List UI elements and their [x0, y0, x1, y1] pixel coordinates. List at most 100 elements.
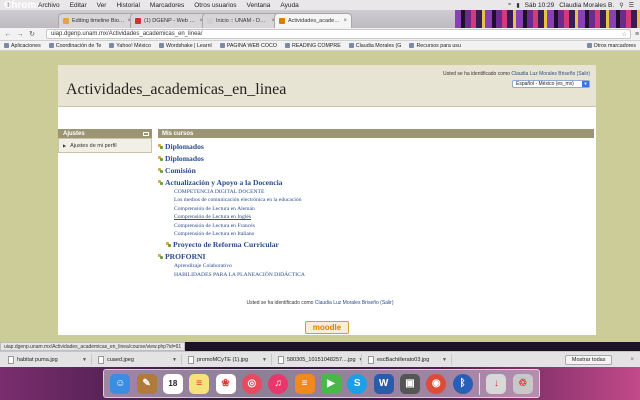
my-courses: Mis cursos Diplomados Diplomados Comisió… [158, 129, 594, 279]
category-link[interactable]: Comisión [158, 164, 594, 176]
category-link[interactable]: Actualización y Apoyo a la Docencia [158, 176, 594, 188]
footer-user-link[interactable]: Claudia Luz Morales Briseño [315, 300, 379, 306]
collapse-toggle-icon[interactable] [143, 131, 149, 136]
back-icon[interactable]: ← [4, 31, 12, 38]
course-link[interactable]: Comprensión de Lectura en Francés [158, 222, 594, 230]
logout-link[interactable]: (Salir) [577, 71, 590, 77]
chevron-down-icon[interactable]: ▼ [82, 357, 87, 363]
skype-icon[interactable]: S [347, 373, 368, 394]
search-icon[interactable]: ⚲ [619, 2, 623, 9]
forward-icon[interactable]: → [16, 31, 24, 38]
menu-editar[interactable]: Editar [66, 2, 93, 9]
photos-icon[interactable]: ❀ [215, 373, 236, 394]
address-bar[interactable]: uiap.dgenp.unam.mx/Actividades_academica… [46, 29, 631, 39]
tab-web-search[interactable]: (1) DGENP - Web Search × [130, 13, 208, 28]
download-item[interactable]: escBachillerato03.jpg ▼ [368, 354, 452, 365]
desktop-wallpaper: ☺ ✎ 18 ≡ ❀ ◎ ♫ ≡ ▶ S W ▣ ◉ ᛒ ↓ ♲ [0, 367, 640, 400]
downloads-shelf: habitat puma.jpg ▼ cuaed.jpeg ▼ promoMCyTE… [0, 351, 640, 367]
chevron-down-icon[interactable]: ▼ [359, 357, 361, 363]
download-item[interactable]: cuaed.jpeg ▼ [98, 354, 182, 365]
menubar-user[interactable]: Claudia Morales B. [559, 2, 614, 9]
tab-editing-timeline[interactable]: Editing timeline Biografía × [58, 13, 136, 28]
course-link[interactable]: Comprensión de Lectura en Italiano [158, 230, 594, 238]
course-link[interactable]: COMPETENCIA DIGITAL DOCENTE [158, 188, 594, 196]
trash-icon[interactable]: ♲ [512, 373, 533, 394]
language-select[interactable]: Español - México (es_mx) ▼ [512, 80, 590, 88]
itunes-icon[interactable]: ♫ [268, 373, 289, 394]
menu-archivo[interactable]: Archivo [34, 2, 66, 9]
course-link[interactable]: Aprendizaje Colaborativo [158, 262, 594, 270]
download-item[interactable]: 580305_10151048257....jpg▼ [278, 354, 362, 365]
close-icon[interactable]: × [341, 18, 347, 24]
course-link[interactable]: HABILIDADES PARA LA PLANEACIÓN DIDÁCTICA [158, 271, 594, 279]
user-profile-link[interactable]: Claudia Luz Morales Briseño [511, 71, 575, 77]
show-all-downloads-button[interactable]: Mostrar todas [564, 354, 613, 365]
moodle-logo[interactable]: moodle [305, 321, 349, 334]
course-link[interactable]: Comprensión de Lectura en Inglés [158, 213, 594, 221]
category-icon [158, 143, 164, 149]
footer-logout-link[interactable]: (Salir) [380, 300, 393, 306]
address-url[interactable]: uiap.dgenp.unam.mx/Actividades_academica… [51, 31, 202, 37]
dock: ☺ ✎ 18 ≡ ❀ ◎ ♫ ≡ ▶ S W ▣ ◉ ᛒ ↓ ♲ [103, 369, 540, 398]
my-courses-header: Mis cursos [158, 129, 594, 138]
bookmark-coordinacion[interactable]: Coordinación de Te [48, 43, 101, 49]
tab-title: Inicio :: UNAM - DGENP [216, 18, 269, 24]
tab-actividades[interactable]: Actividades_academicos × [274, 13, 352, 28]
bookmark-star-icon[interactable]: ☆ [622, 31, 627, 38]
menu-historial[interactable]: Historial [112, 2, 145, 9]
subcategory-link[interactable]: Proyecto de Reforma Curricular [158, 238, 594, 250]
finder-icon[interactable]: ☺ [110, 373, 131, 394]
chevron-down-icon: ▼ [582, 81, 589, 87]
notification-center-icon[interactable]: ☰ [629, 2, 634, 9]
bookmark-reading[interactable]: READING COMPRE [284, 43, 341, 49]
download-item[interactable]: promoMCyTE (1).jpg ▼ [188, 354, 272, 365]
chevron-down-icon[interactable]: ▼ [172, 357, 177, 363]
chevron-down-icon[interactable]: ▼ [262, 357, 267, 363]
notes-icon[interactable]: ✎ [136, 373, 157, 394]
bluetooth-icon[interactable]: ᛒ [452, 373, 473, 394]
wifi-icon[interactable]: ≈ [508, 2, 511, 8]
word-icon[interactable]: W [373, 373, 394, 394]
chrome-menu-icon[interactable]: ≡ [635, 31, 639, 38]
tab-inicio-unam[interactable]: Inicio :: UNAM - DGENP × [202, 13, 280, 28]
reload-icon[interactable]: ↻ [28, 30, 36, 38]
bookmark-pagina-web[interactable]: PAGINA WEB COCO [219, 43, 277, 49]
moodle-favicon-icon [279, 18, 285, 24]
bookmark-yahoo[interactable]: Yahoo! México [109, 43, 151, 49]
course-link[interactable]: Los medios de comunicación electrónica e… [158, 196, 594, 204]
close-icon[interactable]: × [630, 357, 634, 363]
battery-icon[interactable]: ▮ [516, 2, 519, 9]
download-item[interactable]: habitat puma.jpg ▼ [8, 354, 92, 365]
category-link[interactable]: PROFORNI [158, 250, 594, 262]
menu-ayuda[interactable]: Ayuda [276, 2, 304, 9]
course-link[interactable]: Comprensión de Lectura en Alemán [158, 205, 594, 213]
chevron-down-icon[interactable]: ▼ [442, 357, 447, 363]
bookmark-aplicaciones[interactable]: Aplicaciones [4, 43, 41, 49]
bookmarks-bar: Aplicaciones Coordinación de Te Yahoo! M… [0, 41, 640, 51]
menu-ver[interactable]: Ver [93, 2, 113, 9]
bookmark-claudia[interactable]: Claudia Morales (G [348, 43, 401, 49]
menu-marcadores[interactable]: Marcadores [146, 2, 190, 9]
bookmark-recursos[interactable]: Recursos para usu [409, 43, 461, 49]
bookmark-wordshake[interactable]: Wordshake | Learnl [158, 43, 212, 49]
category-link[interactable]: Diplomados [158, 152, 594, 164]
facetime-icon[interactable]: ▶ [320, 373, 341, 394]
ibooks-icon[interactable]: ≡ [294, 373, 315, 394]
apps-icon [4, 43, 9, 48]
chrome-icon[interactable]: ◉ [426, 373, 447, 394]
menu-otros-usuarios[interactable]: Otros usuarios [190, 2, 242, 9]
menubar-clock[interactable]: Sáb 10:29 [525, 2, 555, 9]
category-icon [166, 241, 172, 248]
downloads-folder-icon[interactable]: ↓ [486, 373, 507, 394]
settings-profile-item[interactable]: ▶ Ajustes de mi perfil [58, 138, 152, 153]
bookmark-otros[interactable]: Otros marcadores [586, 43, 636, 49]
settings-block-header: Ajustes [58, 129, 152, 138]
image-file-icon [368, 355, 374, 364]
category-link[interactable]: Diplomados [158, 140, 594, 152]
photobooth-icon[interactable]: ▣ [399, 373, 420, 394]
stickies-icon[interactable]: ≡ [189, 373, 210, 394]
photo-app-icon[interactable]: ◎ [241, 373, 262, 394]
menu-ventana[interactable]: Ventana [243, 2, 277, 9]
status-bar-url: uiap.dgenp.unam.mx/Actividades_academica… [0, 342, 186, 351]
calendar-icon[interactable]: 18 [162, 373, 183, 394]
